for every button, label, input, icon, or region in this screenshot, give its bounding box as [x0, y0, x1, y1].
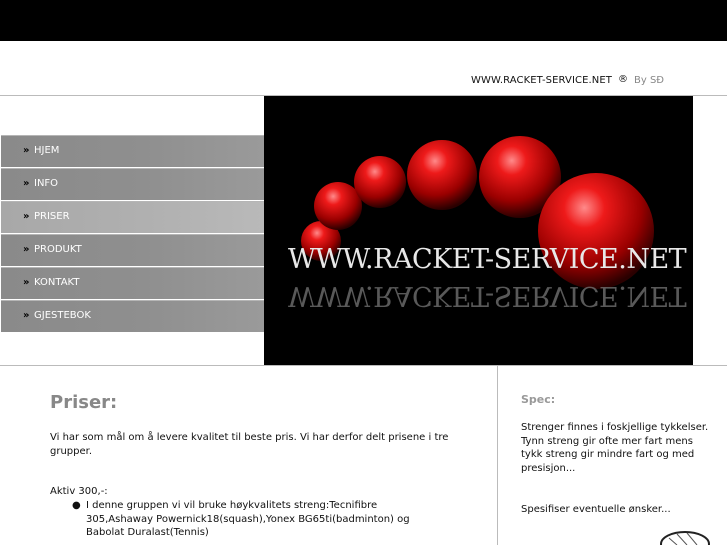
- intro-text: Vi har som mål om å levere kvalitet til …: [50, 432, 449, 457]
- raquo-icon: »: [23, 310, 30, 321]
- menu-item-kontakt[interactable]: » KONTAKT: [1, 267, 264, 299]
- red-balls-graphic: [301, 136, 654, 289]
- raquo-icon: »: [23, 211, 30, 222]
- sidebar-text-2: Spesifiser eventuelle ønsker...: [521, 504, 671, 515]
- red-ball: [314, 182, 362, 230]
- racket-icon: [660, 531, 710, 545]
- divider-middle: [0, 365, 727, 366]
- menu-item-label[interactable]: PRODUKT: [34, 244, 82, 255]
- list-item: I denne gruppen vi vil bruke høykvalitet…: [86, 500, 410, 538]
- menu-item-label[interactable]: INFO: [34, 178, 58, 189]
- main-menu: » HJEM » INFO » PRISER » PRODUKT » KONTA…: [1, 135, 264, 333]
- menu-item-label[interactable]: HJEM: [34, 145, 59, 156]
- hero-title-reflection: WWW.RACKET-SERVICE.NET: [288, 280, 687, 311]
- red-ball: [354, 156, 406, 208]
- top-black-bar: [0, 0, 727, 41]
- raquo-icon: »: [23, 277, 30, 288]
- menu-item-label[interactable]: PRISER: [34, 211, 70, 222]
- menu-item-info[interactable]: » INFO: [1, 168, 264, 200]
- site-url-text: WWW.RACKET-SERVICE.NET: [471, 75, 613, 86]
- column-divider: [497, 366, 498, 545]
- menu-item-label[interactable]: KONTAKT: [34, 277, 79, 288]
- menu-item-label[interactable]: GJESTEBOK: [34, 310, 91, 321]
- red-ball: [407, 140, 477, 210]
- raquo-icon: »: [23, 145, 30, 156]
- group-label: Aktiv 300,-:: [50, 486, 108, 497]
- header-strip: [0, 41, 727, 96]
- menu-item-hjem[interactable]: » HJEM: [1, 135, 264, 167]
- registered-icon: ®: [618, 74, 628, 85]
- sidebar: Spec:: [521, 393, 711, 406]
- menu-item-produkt[interactable]: » PRODUKT: [1, 234, 264, 266]
- sidebar-title: Spec:: [521, 393, 556, 406]
- menu-item-priser[interactable]: » PRISER: [1, 201, 264, 233]
- hero-title: WWW.RACKET-SERVICE.NET: [288, 244, 687, 275]
- raquo-icon: »: [23, 244, 30, 255]
- main-content: Priser:: [50, 392, 450, 413]
- raquo-icon: »: [23, 178, 30, 189]
- bullet-icon: ●: [72, 500, 81, 511]
- author-credit: By SÐ: [634, 75, 665, 86]
- menu-item-gjestebok[interactable]: » GJESTEBOK: [1, 300, 264, 332]
- hero-right-gap: [693, 96, 727, 365]
- page-title: Priser:: [50, 392, 118, 413]
- hero-banner: WWW.RACKET-SERVICE.NET WWW.RACKET-SERVIC…: [264, 96, 693, 365]
- sidebar-text-1: Strenger finnes i foskjellige tykkelser.…: [521, 422, 709, 474]
